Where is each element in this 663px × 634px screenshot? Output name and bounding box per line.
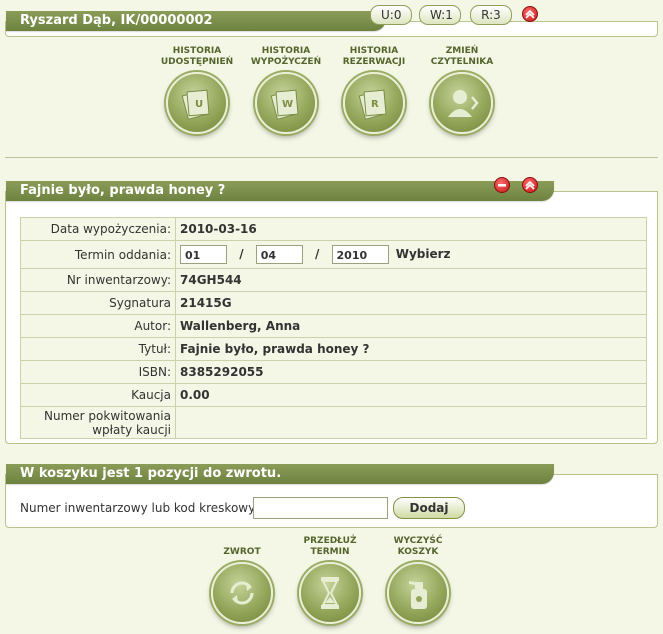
author-label: Autor: (20, 314, 176, 338)
extend-term-label: PRZEDŁUŻ TERMIN (303, 536, 357, 557)
signature-label: Sygnatura (20, 291, 176, 315)
section-divider (5, 157, 658, 158)
table-row: ISBN: 8385292055 (20, 360, 647, 384)
table-row: Numer pokwitowania wpłaty kaucji (20, 406, 647, 439)
cart-panel: W koszyku jest 1 pozycji do zwrotu. Nume… (5, 464, 658, 528)
due-date-label: Termin oddania: (20, 240, 176, 269)
signature-value: 21415G (175, 291, 647, 315)
change-reader-label: ZMIEŃ CZYTELNIKA (430, 46, 494, 67)
collapse-loan-button[interactable] (522, 177, 538, 193)
return-label: ZWROT (223, 547, 261, 557)
table-row: Autor: Wallenberg, Anna (20, 314, 647, 338)
table-row: Sygnatura 21415G (20, 291, 647, 315)
cart-title: W koszyku jest 1 pozycji do zwrotu. (6, 464, 554, 484)
isbn-value: 8385292055 (175, 360, 647, 384)
table-row: Termin oddania: 01 / 04 / 2010 Wybierz (20, 240, 647, 269)
remove-loan-button[interactable] (494, 177, 510, 193)
title-value: Fajnie było, prawda honey ? (175, 337, 647, 361)
inventory-label: Nr inwentarzowy: (20, 268, 176, 292)
due-year-input[interactable]: 2010 (331, 245, 389, 264)
change-reader-button[interactable]: ZMIEŃ CZYTELNIKA (422, 44, 502, 134)
barcode-input[interactable] (253, 497, 388, 519)
history-shares-button[interactable]: HISTORIA UDOSTĘPNIEŃ U (157, 44, 237, 134)
table-row: Kaucja 0.00 (20, 383, 647, 407)
svg-text:U: U (195, 99, 203, 110)
due-day-input[interactable]: 01 (180, 245, 227, 264)
svg-text:W: W (282, 99, 293, 110)
table-row: Nr inwentarzowy: 74GH544 (20, 268, 647, 292)
svg-text:R: R (371, 99, 379, 110)
loan-title-text: Fajnie było, prawda honey ? (20, 183, 226, 198)
reader-name: Ryszard Dąb, IK/00000002 (6, 11, 386, 31)
due-date-fields: 01 / 04 / 2010 Wybierz (175, 240, 647, 269)
minus-icon (498, 184, 506, 187)
history-reservations-label: HISTORIA REZERWACJI (342, 46, 406, 67)
change-reader-icon (431, 72, 493, 134)
table-row: Tytuł: Fajnie było, prawda honey ? (20, 337, 647, 361)
history-shares-icon: U (166, 72, 228, 134)
receipt-value (175, 406, 647, 439)
loan-date-value: 2010-03-16 (175, 217, 647, 241)
unread-count-badge[interactable]: U:0 (370, 5, 412, 25)
history-reservations-icon: R (343, 72, 405, 134)
add-button[interactable]: Dodaj (393, 497, 465, 519)
loan-panel: Fajnie było, prawda honey ? Data wypożyc… (5, 181, 658, 444)
loan-date-label: Data wypożyczenia: (20, 217, 176, 241)
chevron-up-icon (525, 9, 535, 19)
collapse-reader-button[interactable] (522, 6, 538, 22)
date-separator: / (239, 247, 244, 261)
cart-title-text: W koszyku jest 1 pozycji do zwrotu. (20, 466, 282, 481)
clear-cart-spray-icon (387, 562, 449, 624)
history-reservations-button[interactable]: HISTORIA REZERWACJI R (334, 44, 414, 134)
reservations-count-badge[interactable]: R:3 (470, 5, 512, 25)
choose-date-link[interactable]: Wybierz (396, 247, 451, 261)
title-label: Tytuł: (20, 337, 176, 361)
chevron-up-icon (525, 180, 535, 190)
reader-panel: Ryszard Dąb, IK/00000002 (5, 11, 658, 37)
loan-details-table: Data wypożyczenia: 2010-03-16 Termin odd… (20, 217, 647, 439)
history-shares-label: HISTORIA UDOSTĘPNIEŃ (160, 46, 234, 67)
history-loans-label: HISTORIA WYPOŻYCZEŃ (250, 46, 322, 67)
history-loans-icon: W (255, 72, 317, 134)
extend-hourglass-icon (299, 562, 361, 624)
deposit-label: Kaucja (20, 383, 176, 407)
clear-cart-button[interactable]: WYCZYŚĆ KOSZYK (378, 534, 458, 624)
reader-name-text: Ryszard Dąb, IK/00000002 (20, 13, 213, 28)
author-value: Wallenberg, Anna (175, 314, 647, 338)
history-loans-button[interactable]: HISTORIA WYPOŻYCZEŃ W (246, 44, 326, 134)
return-icon (211, 562, 273, 624)
due-month-input[interactable]: 04 (255, 245, 303, 264)
barcode-label: Numer inwentarzowy lub kod kreskowy (20, 501, 256, 515)
receipt-label: Numer pokwitowania wpłaty kaucji (20, 406, 176, 439)
loans-count-badge[interactable]: W:1 (419, 5, 461, 25)
isbn-label: ISBN: (20, 360, 176, 384)
clear-cart-label: WYCZYŚĆ KOSZYK (393, 536, 443, 557)
return-button[interactable]: ZWROT (202, 534, 282, 624)
date-separator: / (314, 247, 320, 261)
table-row: Data wypożyczenia: 2010-03-16 (20, 217, 647, 241)
deposit-value: 0.00 (175, 383, 647, 407)
loan-title: Fajnie było, prawda honey ? (6, 181, 554, 201)
extend-term-button[interactable]: PRZEDŁUŻ TERMIN (290, 534, 370, 624)
inventory-value: 74GH544 (175, 268, 647, 292)
